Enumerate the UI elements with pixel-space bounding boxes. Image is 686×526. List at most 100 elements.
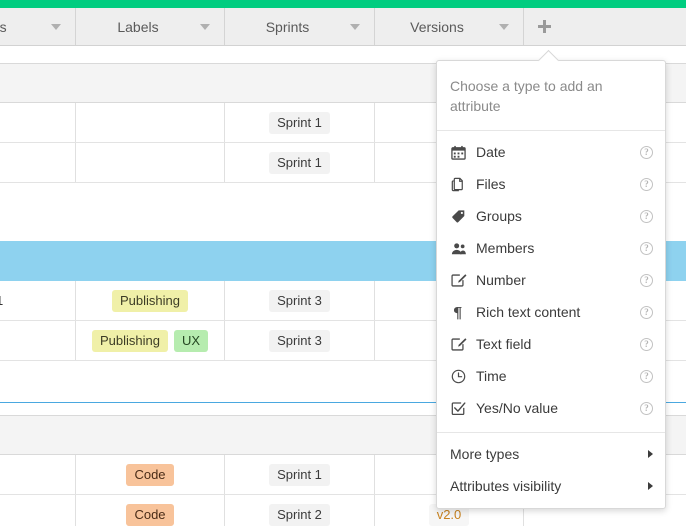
menu-item-rich-text-content[interactable]: ¶ Rich text content? (437, 296, 665, 328)
table-cell (0, 219, 76, 241)
table-cell[interactable]: 1 (0, 281, 76, 320)
table-cell[interactable]: Sprint 3 (225, 321, 375, 360)
cell-chip[interactable]: Code (126, 463, 174, 486)
menu-item-yes-no-value[interactable]: Yes/No value? (437, 392, 665, 424)
table-cell[interactable] (76, 103, 225, 142)
pilcrow-icon: ¶ (450, 304, 467, 320)
table-cell[interactable] (0, 103, 76, 142)
column-header-label: Versions (410, 18, 464, 35)
cell-text: 1 (0, 293, 3, 308)
menu-item-groups[interactable]: Groups? (437, 200, 665, 232)
chevron-down-icon[interactable] (200, 23, 210, 30)
table-cell[interactable]: Publishing UX (76, 321, 225, 360)
help-icon[interactable]: ? (640, 369, 653, 383)
menu-item-more-types[interactable]: More types (437, 438, 665, 470)
cell-chip[interactable]: Sprint 2 (269, 503, 330, 526)
column-header-labels[interactable]: Labels (76, 8, 225, 45)
cell-chip[interactable]: Publishing (112, 289, 188, 312)
table-cell[interactable] (0, 495, 76, 526)
table-cell (0, 403, 76, 415)
help-icon[interactable]: ? (640, 273, 653, 287)
cell-chip[interactable]: Sprint 3 (269, 329, 330, 352)
chevron-down-icon[interactable] (350, 23, 360, 30)
help-icon[interactable]: ? (640, 241, 653, 255)
menu-item-files[interactable]: Files? (437, 168, 665, 200)
table-cell[interactable]: Sprint 3 (225, 281, 375, 320)
table-cell[interactable] (0, 64, 76, 102)
column-header-sprints[interactable]: Sprints (225, 8, 375, 45)
chevron-right-icon (648, 482, 653, 490)
menu-item-label: Members (476, 240, 535, 256)
menu-type-list: Date? Files? Groups? Members? Number? ¶ Rich t… (437, 131, 665, 428)
edit-square-icon (450, 336, 467, 352)
table-cell[interactable]: Sprint 1 (225, 455, 375, 494)
cell-chip[interactable]: Sprint 1 (269, 463, 330, 486)
users-icon (450, 240, 467, 256)
menu-item-attributes-visibility[interactable]: Attributes visibility (437, 470, 665, 502)
menu-item-time[interactable]: Time? (437, 360, 665, 392)
table-cell[interactable] (0, 241, 76, 281)
calendar-icon (450, 144, 467, 160)
help-icon[interactable]: ? (640, 401, 653, 415)
top-accent-bar (0, 0, 686, 8)
table-cell (225, 47, 375, 63)
table-cell[interactable] (225, 416, 375, 454)
menu-item-label: More types (450, 446, 520, 462)
table-cell[interactable] (225, 64, 375, 102)
checkbox-icon (450, 400, 467, 416)
table-cell[interactable] (76, 64, 225, 102)
table-cell[interactable] (76, 416, 225, 454)
table-cell[interactable] (0, 321, 76, 360)
chevron-right-icon (648, 450, 653, 458)
help-icon[interactable]: ? (640, 337, 653, 351)
table-cell[interactable] (225, 241, 375, 281)
column-header-label: Sprints (265, 18, 310, 35)
menu-item-date[interactable]: Date? (437, 136, 665, 168)
add-attribute-menu: Choose a type to add an attribute Date? F… (436, 49, 666, 509)
column-header-versions[interactable]: Versions (375, 8, 524, 45)
cell-chip[interactable]: Sprint 3 (269, 289, 330, 312)
table-cell (0, 183, 76, 219)
chevron-down-icon[interactable] (499, 23, 509, 30)
table-cell[interactable]: Sprint 2 (225, 495, 375, 526)
table-cell (0, 361, 76, 402)
menu-item-label: Yes/No value (476, 400, 558, 416)
table-cell[interactable] (0, 143, 76, 182)
table-cell[interactable] (0, 455, 76, 494)
plus-icon (538, 20, 551, 33)
table-cell[interactable]: Sprint 1 (225, 143, 375, 182)
table-cell[interactable]: Code (76, 455, 225, 494)
add-column-button[interactable] (524, 8, 581, 45)
table-cell (225, 183, 375, 219)
files-icon (450, 176, 467, 192)
table-cell[interactable] (0, 416, 76, 454)
table-cell[interactable] (76, 143, 225, 182)
chevron-down-icon[interactable] (51, 23, 61, 30)
help-icon[interactable]: ? (640, 177, 653, 191)
menu-item-text-field[interactable]: Text field? (437, 328, 665, 360)
cell-chip[interactable]: UX (173, 329, 209, 352)
table-cell (76, 403, 225, 415)
cell-chip[interactable]: Publishing (91, 329, 168, 352)
column-header-label: ges (0, 18, 7, 35)
column-header-ges[interactable]: ges (0, 8, 76, 45)
table-cell[interactable]: Publishing (76, 281, 225, 320)
menu-item-label: Text field (476, 336, 532, 352)
help-icon[interactable]: ? (640, 145, 653, 159)
table-cell[interactable] (76, 241, 225, 281)
table-cell[interactable]: Sprint 1 (225, 103, 375, 142)
menu-item-number[interactable]: Number? (437, 264, 665, 296)
table-cell[interactable]: Code (76, 495, 225, 526)
column-header-label: Labels (117, 18, 159, 35)
table-cell (76, 183, 225, 219)
help-icon[interactable]: ? (640, 305, 653, 319)
help-icon[interactable]: ? (640, 209, 653, 223)
menu-item-label: Number (476, 272, 526, 288)
menu-item-members[interactable]: Members? (437, 232, 665, 264)
cell-chip[interactable]: Sprint 1 (269, 151, 330, 174)
menu-title: Choose a type to add an attribute (437, 61, 665, 131)
header-filler (581, 8, 686, 45)
cell-chip[interactable]: Code (126, 503, 174, 526)
cell-chip[interactable]: Sprint 1 (269, 111, 330, 134)
table-cell (225, 361, 375, 402)
